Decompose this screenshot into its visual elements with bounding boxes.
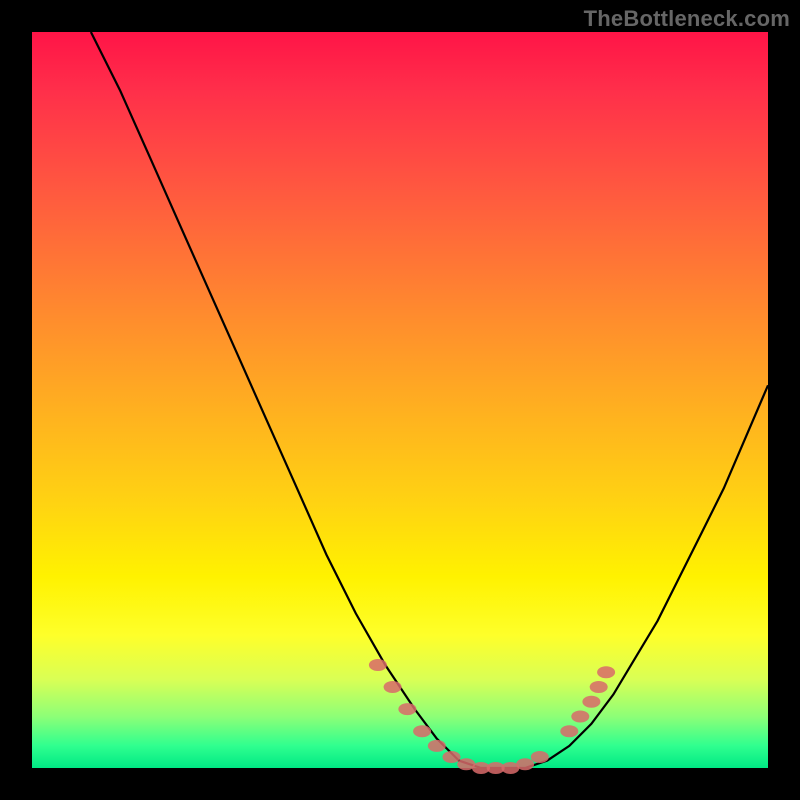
plot-area: [32, 32, 768, 768]
marker-dot: [560, 725, 578, 737]
marker-dot: [369, 659, 387, 671]
highlight-markers: [369, 659, 615, 774]
chart-frame: TheBottleneck.com: [0, 0, 800, 800]
watermark-text: TheBottleneck.com: [584, 6, 790, 32]
marker-dot: [590, 681, 608, 693]
marker-dot: [531, 751, 549, 763]
marker-dot: [516, 758, 534, 770]
marker-dot: [597, 666, 615, 678]
marker-dot: [413, 725, 431, 737]
marker-dot: [582, 696, 600, 708]
chart-svg: [32, 32, 768, 768]
marker-dot: [398, 703, 416, 715]
marker-dot: [384, 681, 402, 693]
marker-dot: [571, 711, 589, 723]
marker-dot: [428, 740, 446, 752]
marker-dot: [443, 751, 461, 763]
bottleneck-curve: [91, 32, 768, 768]
